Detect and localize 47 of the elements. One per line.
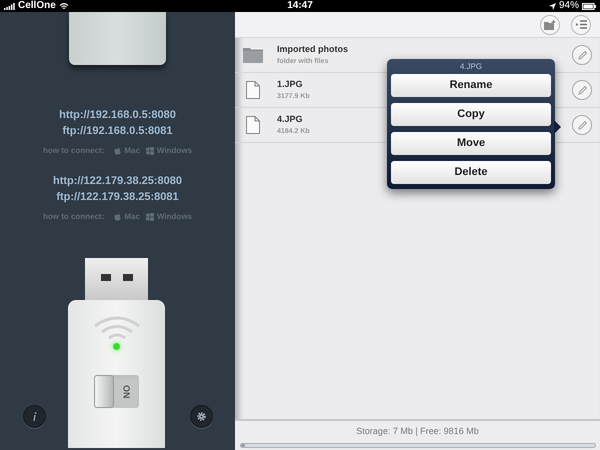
edit-button[interactable] (572, 80, 592, 100)
pencil-icon (578, 120, 586, 130)
settings-icon (196, 411, 207, 422)
menu-action[interactable]: Delete (391, 161, 551, 184)
list-edit-button[interactable] (571, 14, 591, 34)
edit-button[interactable] (572, 45, 592, 65)
ftp-address: ftp://192.168.0.5:8081 (62, 124, 173, 139)
menu-action[interactable]: Rename (391, 74, 551, 97)
wifi-icon (58, 2, 69, 10)
document-icon (246, 81, 260, 99)
wifi-icon (92, 316, 140, 342)
file-name: 4.JPG (277, 112, 303, 126)
battery-icon (582, 2, 596, 10)
ftp-address: ftp://122.179.38.25:8081 (56, 190, 179, 205)
clock: 14:47 (287, 1, 313, 11)
document-icon (246, 116, 260, 134)
apple-icon (114, 147, 122, 155)
folder-plus-icon (544, 20, 556, 30)
file-name: Imported photos (277, 42, 348, 56)
plug-hole (100, 274, 110, 281)
power-switch[interactable]: ON (94, 375, 139, 408)
settings-button[interactable] (190, 405, 213, 428)
http-address: http://122.179.38.25:8080 (52, 174, 182, 189)
location-arrow-icon (548, 2, 556, 10)
list-icon (576, 20, 586, 29)
pencil-icon (578, 50, 586, 60)
popover-title: 4.JPG (458, 61, 484, 73)
pencil-icon (578, 86, 586, 94)
new-folder-button[interactable] (540, 14, 560, 34)
switch-label: ON (120, 384, 132, 398)
http-address: http://192.168.0.5:8080 (59, 108, 176, 123)
popover-arrow-icon (554, 120, 561, 134)
battery-percent: 94% (558, 1, 579, 11)
file-name: 1.JPG (277, 78, 303, 90)
info-icon (32, 412, 36, 421)
menu-action[interactable]: Move (391, 132, 551, 155)
info-button[interactable] (23, 405, 46, 428)
folder-icon (243, 47, 263, 63)
windows-logo-icon (146, 147, 154, 155)
storage-info: Storage: 7 Mb | Free: 9816 Mb (356, 425, 479, 438)
windows-logo-icon (146, 213, 154, 221)
apple-icon (114, 213, 122, 221)
signal-icon (4, 2, 15, 10)
edit-button[interactable] (572, 115, 592, 135)
plug-hole (122, 274, 132, 281)
menu-action[interactable]: Copy (391, 103, 551, 126)
carrier-name: CellOne (18, 1, 56, 11)
